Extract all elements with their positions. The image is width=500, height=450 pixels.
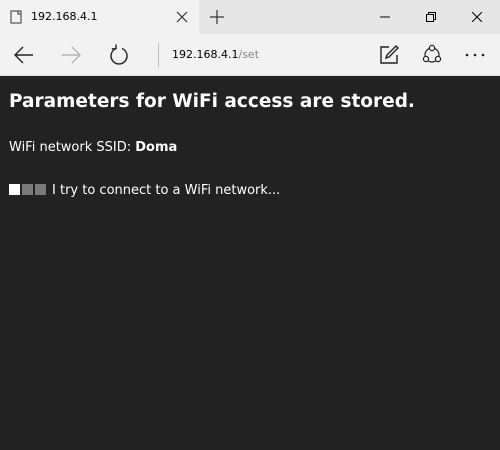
close-icon [472, 12, 482, 22]
plus-icon[interactable] [209, 9, 225, 25]
tab-bar: 192.168.4.1 [0, 0, 500, 34]
status-text: I try to connect to a WiFi network... [52, 183, 281, 198]
page-favicon-icon [10, 10, 22, 24]
progress-indicator [9, 184, 48, 199]
ssid-value: Doma [135, 140, 178, 155]
refresh-button[interactable] [106, 42, 132, 68]
address-separator [158, 43, 159, 67]
more-icon [465, 53, 485, 57]
ssid-line: WiFi network SSID: Doma [9, 140, 177, 155]
close-icon[interactable] [175, 10, 189, 24]
forward-arrow-icon [62, 46, 81, 64]
back-button[interactable] [11, 42, 37, 68]
browser-tab[interactable]: 192.168.4.1 [0, 0, 199, 34]
minimize-button[interactable] [362, 0, 408, 34]
url-path: /set [238, 48, 260, 61]
address-bar[interactable]: 192.168.4.1/set [172, 48, 259, 61]
page-content: Parameters for WiFi access are stored. W… [0, 77, 500, 450]
url-host: 192.168.4.1 [172, 48, 239, 61]
page-heading: Parameters for WiFi access are stored. [9, 91, 415, 112]
back-arrow-icon [14, 46, 33, 64]
tab-title: 192.168.4.1 [31, 10, 98, 23]
refresh-icon [110, 44, 128, 65]
share-icon [422, 44, 442, 63]
more-button[interactable] [462, 42, 488, 68]
connection-status: I try to connect to a WiFi network... [9, 183, 280, 199]
restore-icon [426, 12, 436, 22]
share-button[interactable] [419, 42, 445, 68]
progress-square [35, 184, 46, 195]
navigation-bar: 192.168.4.1/set [0, 34, 500, 76]
web-note-icon [380, 45, 399, 64]
minimize-icon [380, 16, 390, 18]
progress-square [22, 184, 33, 195]
progress-square [9, 184, 20, 195]
forward-button[interactable] [58, 42, 84, 68]
web-note-button[interactable] [376, 42, 402, 68]
restore-button[interactable] [408, 0, 454, 34]
ssid-label: WiFi network SSID: [9, 140, 136, 155]
window-close-button[interactable] [454, 0, 500, 34]
